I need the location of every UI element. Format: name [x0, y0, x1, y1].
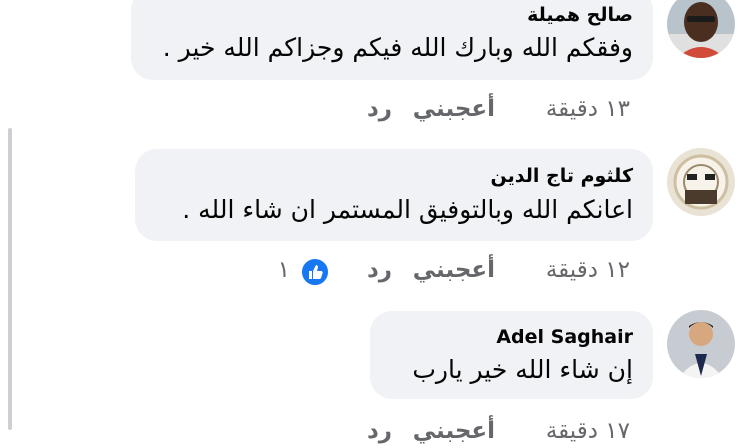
- comment-bubble: كلثوم تاج الدين اعانكم الله وبالتوفيق ال…: [135, 149, 653, 241]
- user-photo-icon: [667, 148, 735, 216]
- user-photo-icon: [667, 310, 735, 378]
- reaction-count[interactable]: ١: [278, 257, 290, 283]
- comment-timestamp[interactable]: ١٧ دقيقة: [546, 418, 630, 444]
- avatar[interactable]: [667, 0, 735, 58]
- avatar[interactable]: [667, 310, 735, 378]
- like-button[interactable]: أعجبني: [413, 257, 495, 283]
- like-button[interactable]: أعجبني: [413, 96, 495, 122]
- comment-text: اعانكم الله وبالتوفيق المستمر ان شاء الل…: [182, 195, 633, 224]
- user-photo-icon: [667, 0, 735, 58]
- reply-button[interactable]: رد: [367, 257, 392, 283]
- comment-bubble: Adel Saghair إن شاء الله خير يارب: [370, 311, 653, 399]
- comment-author[interactable]: كلثوم تاج الدين: [491, 165, 633, 187]
- like-reaction-icon[interactable]: [300, 257, 330, 287]
- thumbs-up-icon: [309, 265, 323, 279]
- comment-bubble: صالح هميلة وفقكم الله وبارك الله فيكم وج…: [131, 0, 653, 80]
- comment-actions: ١٢ دقيقة أعجبني رد ١: [260, 257, 630, 287]
- comment-author[interactable]: صالح هميلة: [527, 4, 633, 26]
- thread-line: [8, 128, 12, 430]
- comment-actions: ١٧ دقيقة أعجبني رد: [300, 418, 630, 448]
- comment-text: إن شاء الله خير يارب: [412, 355, 633, 384]
- reply-button[interactable]: رد: [367, 418, 392, 444]
- comment-text: وفقكم الله وبارك الله فيكم وجزاكم الله خ…: [162, 33, 633, 62]
- comment-timestamp[interactable]: ١٢ دقيقة: [546, 257, 630, 283]
- comment-actions: ١٣ دقيقة أعجبني رد: [300, 96, 630, 126]
- comment-author[interactable]: Adel Saghair: [496, 326, 633, 348]
- avatar[interactable]: [667, 148, 735, 216]
- reply-button[interactable]: رد: [367, 96, 392, 122]
- comment-timestamp[interactable]: ١٣ دقيقة: [546, 96, 630, 122]
- like-button[interactable]: أعجبني: [413, 418, 495, 444]
